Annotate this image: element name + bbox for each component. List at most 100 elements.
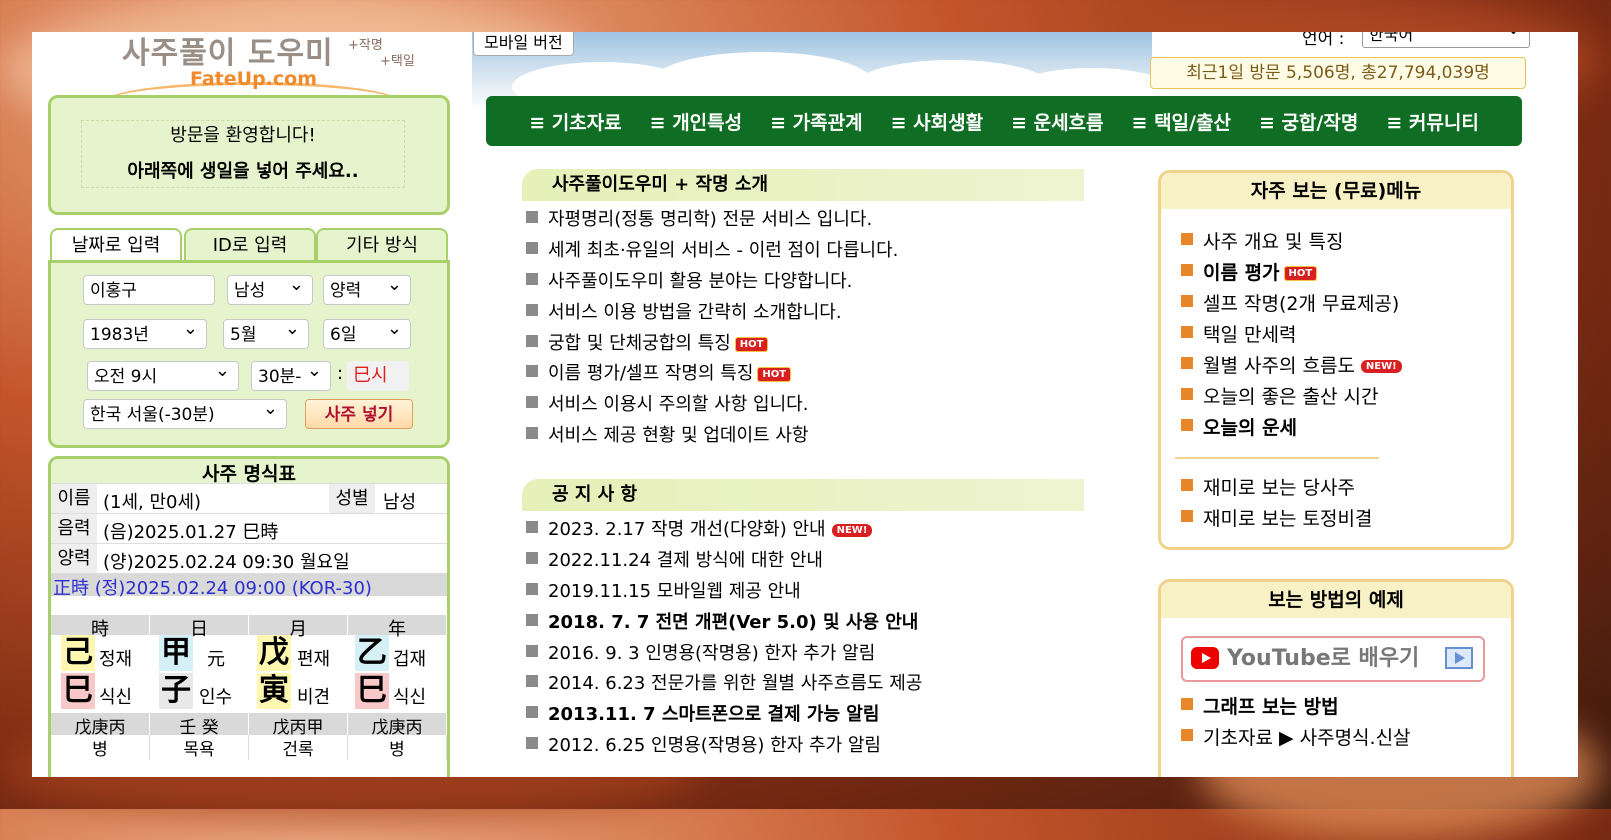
examples-box: 보는 방법의 예제 YouTube로 배우기 그래프 보는 방법 기초자료 ▶ … — [1158, 579, 1514, 777]
notice-item[interactable]: 2014. 6.23 전문가를 위한 월별 사주흐름도 제공 — [525, 669, 922, 695]
branch-hour-sub: 식신 — [99, 687, 133, 708]
nav-personal[interactable]: ≡ 개인특성 — [650, 108, 742, 135]
notice-item[interactable]: 2013.11. 7 스마트폰으로 결제 가능 알림 — [525, 700, 879, 726]
site-logo[interactable]: 사주풀이 도우미 +작명 +택일 FateUp.com — [90, 32, 420, 94]
calendar-select[interactable]: 양력 — [323, 270, 411, 305]
hour-select[interactable]: 오전 9시 — [87, 356, 239, 391]
nav-date-birth[interactable]: ≡ 택일/출산 — [1132, 108, 1231, 135]
branch-year-char: 巳 — [355, 673, 389, 709]
stem-month-char: 戊 — [257, 635, 291, 671]
name-value: (1세, 만0세) — [103, 492, 202, 513]
month-select[interactable]: 5월 — [223, 314, 309, 349]
nav-basic-data[interactable]: ≡ 기초자료 — [529, 108, 621, 135]
branch-hour: 巳 식신 — [51, 673, 149, 713]
row-jung-time: 正時 (정)2025.02.24 09:00 (KOR-30) — [51, 573, 447, 599]
pillar-head-hour: 時 — [51, 615, 150, 640]
free-menu-item[interactable]: 재미로 보는 당사주 — [1181, 473, 1355, 500]
welcome-greeting: 방문을 환영합니다! — [170, 125, 316, 146]
gender-value: 남성 — [383, 492, 417, 513]
free-menu-box: 자주 보는 (무료)메뉴 사주 개요 및 특징 이름 평가 HOT 셀프 작명(2… — [1158, 170, 1514, 550]
hidden-stems-month: 戊丙甲 — [249, 713, 348, 738]
logo-url: FateUp.com — [190, 68, 318, 90]
branch-year: 巳 식신 — [345, 673, 443, 713]
menu-divider — [1175, 457, 1379, 459]
pillar-head-day: 日 — [150, 615, 249, 640]
region-select[interactable]: 한국 서울(-30분) — [83, 394, 287, 429]
free-menu-item[interactable]: 사주 개요 및 특징 — [1180, 227, 1343, 254]
nav-social[interactable]: ≡ 사회생활 — [891, 108, 983, 135]
year-select[interactable]: 1983년 — [83, 314, 207, 349]
saju-chart-table: 사주 명식표 이름 (1세, 만0세) 성별 남성 음력 (음)2025.01.… — [48, 456, 450, 777]
gender-select[interactable]: 남성 — [227, 270, 313, 305]
intro-item[interactable]: 세계 최초·유일의 서비스 - 이런 점이 다릅니다. — [525, 236, 898, 262]
pillar-header-row: 時 日 月 年 — [51, 615, 447, 640]
tab-other-method[interactable]: 기타 방식 — [316, 228, 448, 262]
jung-time-value: 正時 (정)2025.02.24 09:00 (KOR-30) — [53, 578, 372, 599]
welcome-instruction: 아래쪽에 생일을 넣어 주세요.. — [127, 161, 359, 182]
solar-label: 양력 — [51, 544, 97, 574]
logo-sub-taekil: +택일 — [380, 54, 415, 69]
free-menu-item[interactable]: 셀프 작명(2개 무료제공) — [1180, 289, 1399, 316]
visit-counter: 최근1일 방문 5,506명, 총27,794,039명 — [1150, 57, 1526, 89]
free-menu-item[interactable]: 택일 만세력 — [1180, 320, 1296, 347]
intro-item[interactable]: 사주풀이도우미 활용 분야는 다양합니다. — [525, 267, 852, 293]
mobile-version-button[interactable]: 모바일 버전 — [473, 32, 574, 56]
intro-item[interactable]: 궁합 및 단체궁합의 특징 HOT — [525, 329, 769, 355]
stage-hour: 병 — [51, 735, 150, 760]
notice-item[interactable]: 2023. 2.17 작명 개선(다양화) 안내 NEW! — [525, 515, 873, 541]
branch-month: 寅 비견 — [247, 673, 345, 713]
branch-month-char: 寅 — [257, 673, 291, 709]
row-name: 이름 (1세, 만0세) 성별 남성 — [51, 483, 447, 514]
intro-item[interactable]: 이름 평가/셀프 작명의 특징 HOT — [525, 359, 792, 385]
example-item[interactable]: 그래프 보는 방법 — [1181, 692, 1339, 719]
free-menu-item[interactable]: 이름 평가 HOT — [1180, 258, 1318, 285]
intro-item[interactable]: 자평명리(정통 명리학) 전문 서비스 입니다. — [525, 205, 872, 231]
notice-item[interactable]: 2016. 9. 3 인명용(작명용) 한자 추가 알림 — [525, 639, 875, 665]
notice-section-title: 공 지 사 항 — [522, 479, 1084, 511]
free-menu-item[interactable]: 오늘의 좋은 출산 시간 — [1180, 382, 1378, 409]
free-menu-title: 자주 보는 (무료)메뉴 — [1161, 173, 1511, 209]
name-label: 이름 — [51, 484, 97, 514]
branch-day-char: 子 — [159, 673, 193, 709]
stem-hour-char: 己 — [61, 635, 95, 671]
nav-community[interactable]: ≡ 커뮤니티 — [1386, 108, 1478, 135]
notice-item[interactable]: 2012. 6.25 인명용(작명용) 한자 추가 알림 — [526, 731, 881, 757]
intro-item[interactable]: 서비스 이용 방법을 간략히 소개합니다. — [526, 298, 842, 324]
notice-item[interactable]: 2018. 7. 7 전면 개편(Ver 5.0) 및 사용 안내 — [525, 608, 918, 634]
branch-day: 子 인수 — [149, 673, 247, 713]
tab-date-input[interactable]: 날짜로 입력 — [50, 228, 182, 262]
language-select[interactable]: 한국어 — [1362, 32, 1530, 48]
branch-hour-char: 巳 — [61, 673, 95, 709]
play-icon — [1445, 647, 1473, 669]
stage-year: 병 — [348, 735, 447, 760]
main-nav: ≡ 기초자료 ≡ 개인특성 ≡ 가족관계 ≡ 사회생활 ≡ 운세흐름 ≡ 택일/… — [486, 96, 1522, 146]
youtube-label: YouTube로 배우기 — [1227, 646, 1420, 671]
free-menu-item[interactable]: 오늘의 운세 — [1180, 413, 1297, 440]
free-menu-item[interactable]: 월별 사주의 흐름도 NEW! — [1181, 351, 1402, 378]
tab-id-input[interactable]: ID로 입력 — [184, 228, 316, 262]
notice-item[interactable]: 2022.11.24 결제 방식에 대한 안내 — [526, 546, 823, 572]
gender-label: 성별 — [329, 484, 375, 514]
free-menu-item[interactable]: 재미로 보는 토정비결 — [1180, 504, 1372, 531]
time-colon: : — [337, 363, 344, 384]
row-solar: 양력 (양)2025.02.24 09:30 월요일 — [51, 543, 447, 574]
youtube-icon — [1191, 647, 1219, 669]
intro-item[interactable]: 서비스 제공 현황 및 업데이트 사항 — [525, 421, 808, 447]
intro-item[interactable]: 서비스 이용시 주의할 사항 입니다. — [525, 390, 808, 416]
logo-sub-naming: +작명 — [348, 38, 383, 53]
stem-day-sub: 元 — [207, 649, 225, 670]
submit-saju-button[interactable]: 사주 넣기 — [305, 399, 413, 429]
nav-fortune-flow[interactable]: ≡ 운세흐름 — [1011, 108, 1103, 135]
minute-select[interactable]: 30분- — [251, 356, 331, 391]
stem-day: 甲 元 — [149, 635, 247, 675]
day-select[interactable]: 6일 — [323, 314, 411, 349]
birth-input-form: 이홍구 남성 양력 1983년 5월 6일 오전 9시 30분- : 巳시 한국… — [48, 260, 450, 448]
notice-item[interactable]: 2019.11.15 모바일웹 제공 안내 — [526, 577, 801, 603]
stem-year: 乙 겁재 — [345, 635, 443, 675]
nav-family[interactable]: ≡ 가족관계 — [770, 108, 862, 135]
example-item[interactable]: 기초자료 ▶ 사주명식.신살 — [1181, 723, 1411, 750]
hidden-stems-hour: 戊庚丙 — [51, 713, 150, 738]
name-input[interactable]: 이홍구 — [83, 275, 215, 305]
youtube-learn-button[interactable]: YouTube로 배우기 — [1181, 636, 1485, 682]
nav-compat-naming[interactable]: ≡ 궁합/작명 — [1259, 108, 1358, 135]
